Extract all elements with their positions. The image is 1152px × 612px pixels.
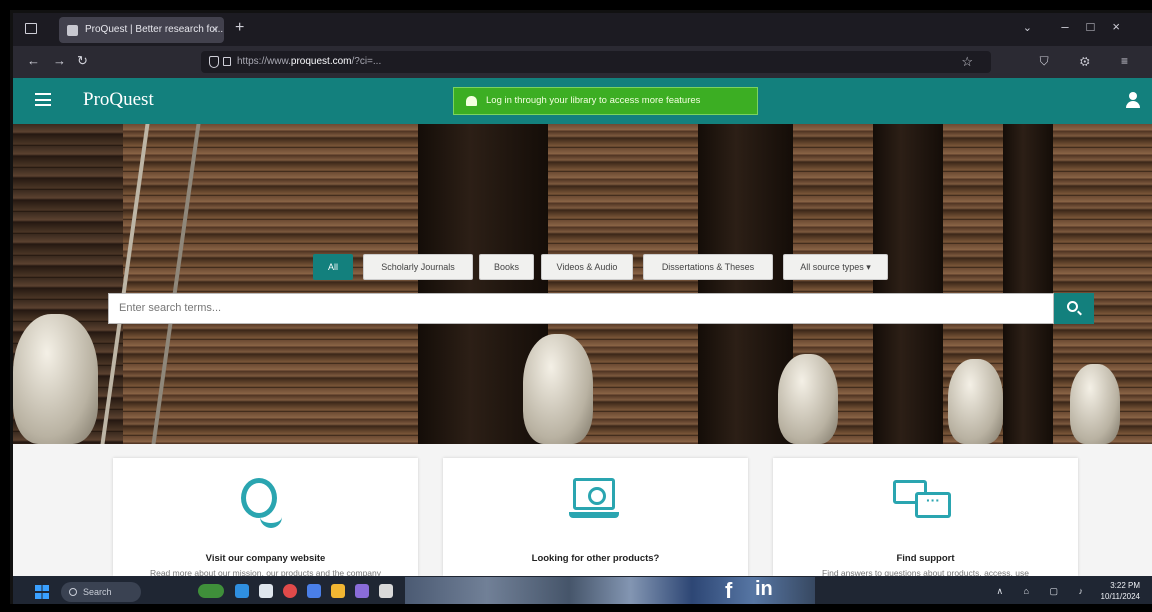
forward-button[interactable]: →	[53, 53, 66, 68]
bust-statue	[948, 359, 1003, 444]
filter-books[interactable]: Books	[479, 254, 534, 280]
bust-statue	[1070, 364, 1120, 444]
chat-bubbles-icon: ···	[893, 480, 955, 524]
back-button[interactable]: ←	[27, 53, 40, 68]
info-cards: Visit our company website Read more abou…	[13, 444, 1152, 578]
site-header: ProQuest Log in through your library to …	[13, 78, 1152, 124]
lock-icon[interactable]	[223, 57, 231, 66]
library-icon	[466, 96, 477, 106]
tab-close-icon[interactable]: ×	[212, 17, 218, 43]
card-other-products[interactable]: Looking for other products?	[443, 458, 748, 576]
taskbar-search[interactable]: Search	[61, 582, 141, 602]
new-tab-button[interactable]: +	[235, 19, 244, 37]
app-icon[interactable]	[283, 584, 297, 598]
linkedin-icon[interactable]: in	[755, 578, 773, 601]
teams-icon[interactable]	[307, 584, 321, 598]
clock-date: 10/11/2024	[1100, 592, 1140, 601]
screen: ProQuest | Better research for... × + ⌄ …	[10, 10, 1152, 604]
filter-all[interactable]: All	[313, 254, 353, 280]
reload-button[interactable]: ↻	[77, 53, 88, 69]
bust-statue	[523, 334, 593, 444]
favicon-icon	[67, 25, 78, 36]
hamburger-menu-icon[interactable]	[35, 93, 51, 106]
facebook-icon[interactable]: f	[725, 578, 732, 604]
url-prefix: https://www.	[237, 56, 291, 67]
app-icon[interactable]	[379, 584, 393, 598]
filter-dissertations-theses[interactable]: Dissertations & Theses	[643, 254, 773, 280]
column	[873, 124, 943, 444]
proquest-logo[interactable]: ProQuest	[83, 89, 154, 111]
laptop-screen	[573, 478, 615, 510]
window-controls[interactable]: –□×	[1061, 19, 1138, 34]
search-input[interactable]: Enter search terms...	[108, 293, 1054, 324]
chat-bubble-dots: ···	[915, 492, 951, 518]
browser-tab-bar: ProQuest | Better research for... × + ⌄ …	[13, 13, 1152, 46]
card-title: Visit our company website	[205, 553, 326, 564]
system-tray[interactable]: ∧ ⌂ ▢ ♪	[996, 586, 1092, 597]
bookmark-star-icon[interactable]: ☆	[961, 51, 973, 73]
laptop-search-icon	[569, 478, 619, 522]
browser-tab-proquest[interactable]: ProQuest | Better research for... ×	[59, 17, 224, 43]
hero-library-image: All Scholarly Journals Books Videos & Au…	[13, 124, 1152, 444]
windows-taskbar: Search f in ∧ ⌂ ▢ ♪ 3:22 PM 10/11/2024	[13, 576, 1152, 604]
url-host: proquest.com	[290, 56, 352, 67]
user-account-icon[interactable]	[1126, 92, 1140, 108]
card-title: Find support	[896, 553, 955, 564]
edge-browser-icon[interactable]	[235, 584, 249, 598]
browser-nav-bar: ← → ↻ https://www.proquest.com/?ci=... ☆…	[13, 46, 1152, 78]
filter-videos-audio[interactable]: Videos & Audio	[541, 254, 633, 280]
file-app-icon[interactable]	[259, 584, 273, 598]
search-button[interactable]	[1054, 293, 1094, 324]
tab-list-chevron-icon[interactable]: ⌄	[1023, 21, 1032, 34]
bust-statue	[778, 354, 838, 444]
taskbar-clock[interactable]: 3:22 PM 10/11/2024	[1101, 580, 1140, 602]
tab-title: ProQuest | Better research for...	[85, 24, 224, 35]
filter-all-source-types-dropdown[interactable]: All source types ▾	[783, 254, 888, 280]
card-find-support[interactable]: ··· Find support Find answers to questio…	[773, 458, 1078, 578]
card-title: Looking for other products?	[531, 553, 660, 564]
tab-overview-icon[interactable]	[25, 23, 37, 34]
app-icon[interactable]	[355, 584, 369, 598]
filter-scholarly-journals[interactable]: Scholarly Journals	[363, 254, 473, 280]
card-company-website[interactable]: Visit our company website Read more abou…	[113, 458, 418, 578]
login-through-library-button[interactable]: Log in through your library to access mo…	[453, 87, 758, 115]
url-path: /?ci=...	[351, 56, 382, 67]
login-banner-text: Log in through your library to access mo…	[486, 95, 701, 106]
clock-time: 3:22 PM	[1110, 581, 1140, 590]
address-bar[interactable]: https://www.proquest.com/?ci=... ☆	[201, 51, 991, 73]
laptop-base	[569, 512, 619, 518]
toolbar-icons[interactable]: ⛉ ⚙ ≡	[1040, 54, 1142, 69]
file-explorer-icon[interactable]	[331, 584, 345, 598]
tracking-shield-icon[interactable]	[209, 56, 219, 68]
windows-start-icon[interactable]	[35, 585, 49, 599]
q-logo-icon	[241, 478, 282, 528]
bust-statue	[13, 314, 98, 444]
weather-widget-icon[interactable]	[198, 584, 224, 598]
column	[1003, 124, 1053, 444]
open-window-thumbnails[interactable]	[405, 577, 815, 604]
search-icon	[1067, 301, 1078, 312]
